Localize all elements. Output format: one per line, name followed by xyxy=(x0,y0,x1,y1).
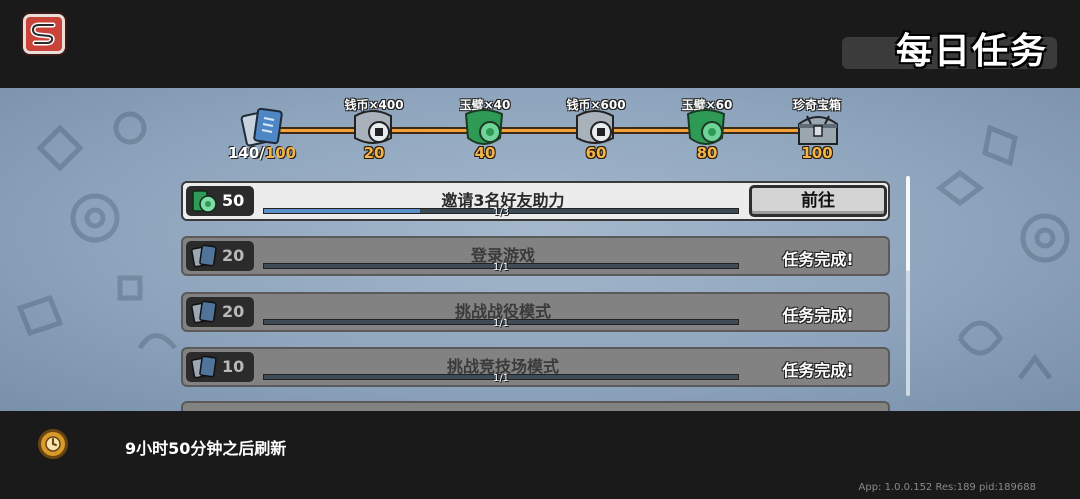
back-logo-icon[interactable] xyxy=(23,14,65,54)
milestone-1-value: 20 xyxy=(363,144,385,162)
green-jade-shield-icon[interactable] xyxy=(462,108,506,148)
milestone-2-value: 40 xyxy=(474,144,496,162)
progress-count: 140/100 xyxy=(228,144,296,162)
milestone-5-value: 100 xyxy=(801,144,833,162)
reward-amount: 50 xyxy=(222,191,245,210)
task-complete-label: 任务完成! xyxy=(782,250,854,269)
silver-coin-chest-icon[interactable] xyxy=(351,108,395,148)
page-title: 每日任务 xyxy=(895,31,1048,72)
reward-box: 20 xyxy=(186,241,254,271)
task-row: 10 挑战竞技场模式 1/1 任务完成! xyxy=(181,347,890,387)
task-progress-text: 1/1 xyxy=(492,373,510,384)
reward-amount: 20 xyxy=(222,302,245,321)
task-progress-text: 1/3 xyxy=(492,207,510,218)
card-book-icon xyxy=(191,300,217,324)
clock-icon xyxy=(38,429,68,459)
milestone-3-value: 60 xyxy=(585,144,607,162)
refresh-timer-text: 9小时50分钟之后刷新 xyxy=(125,439,287,458)
milestone-progress-track xyxy=(262,127,817,134)
reward-amount: 20 xyxy=(222,246,245,265)
green-jade-shield-icon[interactable] xyxy=(684,108,728,148)
treasure-chest-icon[interactable] xyxy=(795,110,841,148)
reward-box: 10 xyxy=(186,352,254,382)
task-complete-label: 任务完成! xyxy=(782,306,854,325)
progress-max: 100 xyxy=(264,144,297,162)
scrollbar-thumb[interactable] xyxy=(906,176,910,271)
daily-tasks-screen: 每日任务 140/100 钱币×400 20 玉璧×40 40 钱币×600 6… xyxy=(0,0,1080,499)
milestone-4-value: 80 xyxy=(696,144,718,162)
go-button[interactable]: 前往 xyxy=(749,185,887,217)
bottom-bar: 9小时50分钟之后刷新 App: 1.0.0.152 Res:189 pid:1… xyxy=(0,411,1080,499)
app-version-info: App: 1.0.0.152 Res:189 pid:189688 xyxy=(858,482,1037,493)
task-row: 20 登录游戏 1/1 任务完成! xyxy=(181,236,890,276)
task-row: 20 挑战战役模式 1/1 任务完成! xyxy=(181,292,890,332)
silver-coin-chest-icon[interactable] xyxy=(573,108,617,148)
progress-current: 140/ xyxy=(228,144,265,162)
task-progress-text: 1/1 xyxy=(492,318,510,329)
top-bar: 每日任务 xyxy=(0,0,1080,88)
reward-box: 20 xyxy=(186,297,254,327)
reward-box: 50 xyxy=(186,186,254,216)
task-row: 50 邀请3名好友助力 1/3 前往 xyxy=(181,181,890,221)
card-book-icon xyxy=(191,244,217,268)
card-book-icon xyxy=(191,355,217,379)
task-complete-label: 任务完成! xyxy=(782,361,854,380)
jade-icon xyxy=(192,190,217,213)
reward-amount: 10 xyxy=(222,357,245,376)
task-row-partial xyxy=(181,401,890,411)
task-progress-text: 1/1 xyxy=(492,262,510,273)
